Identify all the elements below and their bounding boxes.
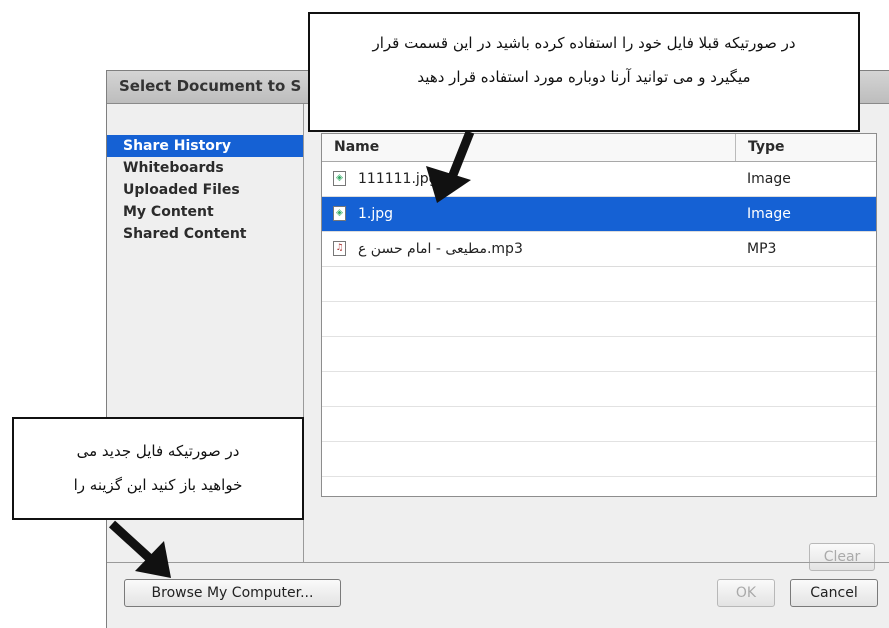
annotation-left-line1: در صورتیکه فایل جدید می	[76, 442, 240, 460]
sidebar-item-label: Whiteboards	[123, 160, 224, 176]
file-name: مطیعی - امام حسن ع.mp3	[358, 241, 523, 257]
sidebar-item-uploaded-files[interactable]: Uploaded Files	[107, 179, 303, 201]
empty-row	[322, 407, 876, 442]
annotation-top-line2: میگیرد و می توانید آرنا دوباره مورد استف…	[417, 68, 751, 86]
empty-row	[322, 442, 876, 477]
file-type: MP3	[747, 241, 777, 257]
browse-my-computer-button[interactable]: Browse My Computer...	[124, 579, 341, 607]
file-type: Image	[747, 206, 791, 222]
source-list: Share History Whiteboards Uploaded Files…	[107, 135, 303, 245]
select-document-dialog: Select Document to S Share History White…	[106, 70, 889, 628]
empty-row	[322, 372, 876, 407]
image-file-icon: ◈	[333, 206, 346, 221]
column-header-type[interactable]: Type	[735, 134, 785, 161]
empty-row	[322, 337, 876, 372]
sidebar-item-shared-content[interactable]: Shared Content	[107, 223, 303, 245]
image-file-icon: ◈	[333, 171, 346, 186]
sidebar-item-label: Uploaded Files	[123, 182, 240, 198]
file-type: Image	[747, 171, 791, 187]
audio-file-icon: ♫	[333, 241, 346, 256]
table-row[interactable]: ◈ 1.jpg Image	[322, 197, 876, 232]
clear-button[interactable]: Clear	[809, 543, 875, 571]
file-name: 111111.jpg	[358, 171, 438, 187]
sidebar-item-my-content[interactable]: My Content	[107, 201, 303, 223]
column-header-name[interactable]: Name	[334, 134, 379, 161]
sidebar-item-label: Shared Content	[123, 226, 247, 242]
sidebar-item-whiteboards[interactable]: Whiteboards	[107, 157, 303, 179]
dialog-title: Select Document to S	[119, 77, 302, 95]
empty-row	[322, 302, 876, 337]
table-row[interactable]: ♫ مطیعی - امام حسن ع.mp3 MP3	[322, 232, 876, 267]
file-table[interactable]: Name Type ◈ 111111.jpg Image ◈ 1.jpg Ima…	[321, 133, 877, 497]
sidebar-item-label: My Content	[123, 204, 214, 220]
file-name: 1.jpg	[358, 206, 394, 222]
annotation-left-callout: در صورتیکه فایل جدید می خواهید باز کنید …	[12, 417, 304, 520]
sidebar-item-share-history[interactable]: Share History	[107, 135, 303, 157]
table-row[interactable]: ◈ 111111.jpg Image	[322, 162, 876, 197]
annotation-top-line1: در صورتیکه قبلا فایل خود را استفاده کرده…	[372, 34, 796, 52]
sidebar-item-label: Share History	[123, 138, 231, 154]
cancel-button[interactable]: Cancel	[790, 579, 878, 607]
ok-button[interactable]: OK	[717, 579, 775, 607]
annotation-top-callout: در صورتیکه قبلا فایل خود را استفاده کرده…	[308, 12, 860, 132]
annotation-left-line2: خواهید باز کنید این گزینه را	[73, 476, 243, 494]
empty-row	[322, 267, 876, 302]
horizontal-divider	[107, 562, 889, 563]
table-header: Name Type	[322, 134, 876, 162]
